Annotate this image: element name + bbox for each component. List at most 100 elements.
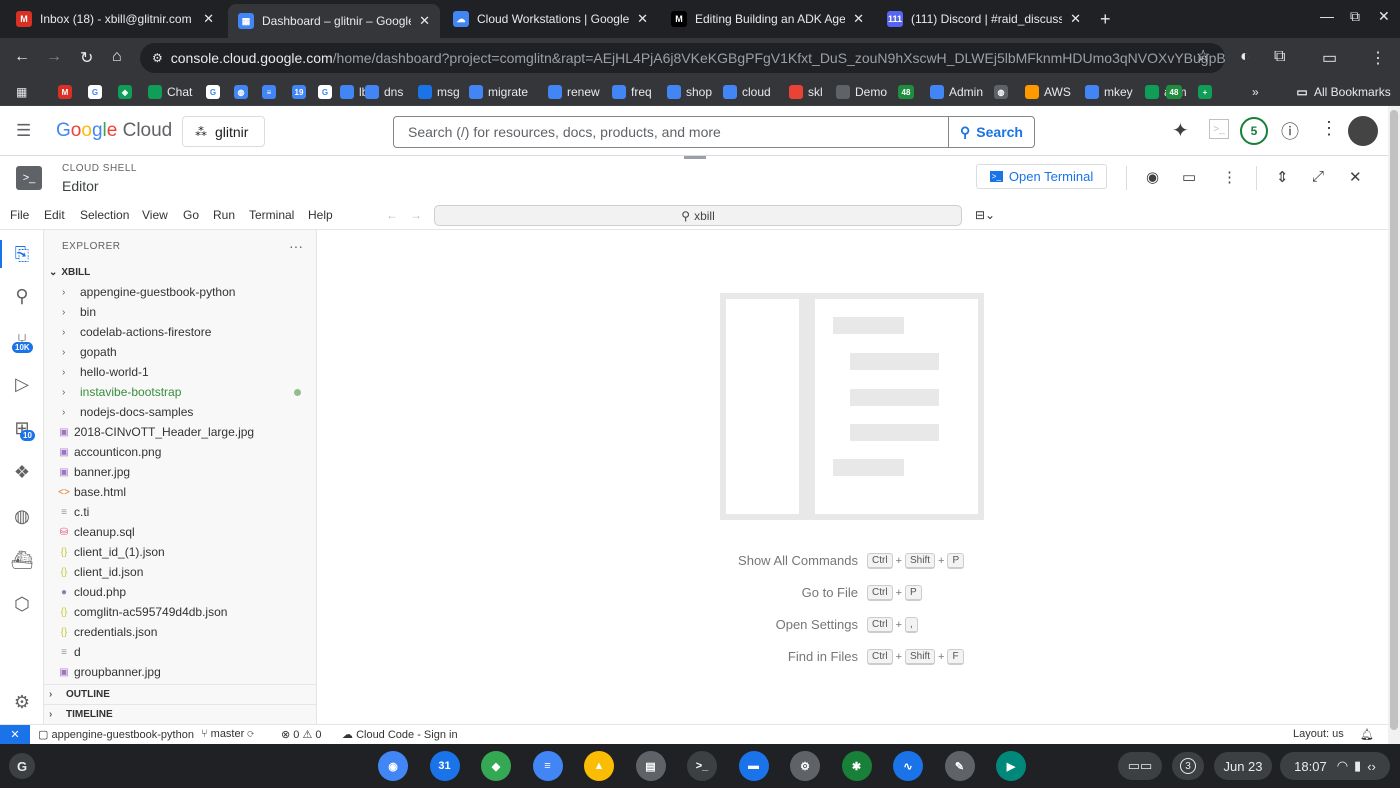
- gemini-icon[interactable]: ✦: [1172, 118, 1189, 143]
- bookmark-icon[interactable]: ◍: [994, 84, 1013, 100]
- browser-tab[interactable]: ☁ Cloud Workstations | Google Cl ✕: [443, 4, 658, 34]
- bookmark-aws[interactable]: AWS: [1025, 84, 1071, 100]
- cloud-shell-icon[interactable]: >_: [1209, 119, 1229, 139]
- google-cloud-logo[interactable]: Google Cloud: [56, 120, 172, 142]
- bookmark-shop[interactable]: shop: [667, 84, 712, 100]
- cloud-code-icon[interactable]: ❖: [10, 460, 34, 484]
- search-button[interactable]: ⚲ Search: [948, 117, 1034, 147]
- tree-file[interactable]: {} comglitn-ac595749d4db.json: [44, 602, 316, 622]
- status-cloud-code[interactable]: ☁ Cloud Code - Sign in: [342, 728, 458, 741]
- bookmark-skl[interactable]: skl: [789, 84, 823, 100]
- menu-file[interactable]: File: [10, 208, 29, 222]
- status-branch[interactable]: ⑂ master ⟳: [201, 728, 254, 740]
- close-window-icon[interactable]: ✕: [1378, 8, 1390, 25]
- project-selector[interactable]: ⁂ glitnir: [182, 116, 265, 147]
- bookmark-icon[interactable]: 19: [292, 84, 311, 100]
- holding-space-icon[interactable]: ▭▭: [1118, 752, 1162, 780]
- shelf-app-docs-icon[interactable]: ≡: [532, 751, 563, 781]
- shelf-app-files-icon[interactable]: ▬: [738, 751, 769, 781]
- browser-tab[interactable]: M Inbox (18) - xbill@glitnir.com - G ✕: [6, 4, 224, 34]
- notifications-badge[interactable]: 5: [1240, 117, 1268, 145]
- tree-file[interactable]: {} client_id.json: [44, 562, 316, 582]
- status-tray[interactable]: 18:07 ◠ ▮ ‹›: [1280, 752, 1390, 780]
- shelf-app-meet-icon[interactable]: ▶: [996, 751, 1026, 781]
- menu-go[interactable]: Go: [183, 208, 199, 222]
- nav-forward-icon[interactable]: →: [410, 208, 422, 222]
- more-options-icon[interactable]: ⋮: [1222, 168, 1237, 186]
- date-tray[interactable]: Jun 23: [1214, 752, 1272, 780]
- open-terminal-button[interactable]: >_ Open Terminal: [976, 164, 1107, 189]
- forward-icon[interactable]: →: [46, 48, 62, 66]
- tree-folder[interactable]: › bin: [44, 302, 316, 322]
- browser-tab[interactable]: M Editing Building an ADK Agent f ✕: [661, 4, 874, 34]
- page-scrollbar[interactable]: [1388, 106, 1400, 744]
- explorer-icon[interactable]: ⎘: [10, 242, 34, 266]
- tree-file[interactable]: ● cloud.php: [44, 582, 316, 602]
- home-icon[interactable]: ⌂: [112, 48, 122, 66]
- address-bar[interactable]: ⚙ console.cloud.google.com /home/dashboa…: [140, 43, 1225, 73]
- help-icon[interactable]: ⓘ: [1281, 118, 1299, 144]
- extensions-puzzle-icon[interactable]: ⧉: [1274, 48, 1285, 66]
- tree-folder[interactable]: › hello-world-1: [44, 362, 316, 382]
- reload-icon[interactable]: ↻: [80, 48, 93, 68]
- resize-handle[interactable]: [684, 156, 706, 159]
- toggle-panel-icon[interactable]: ▭: [1182, 168, 1196, 186]
- status-folder[interactable]: ▢ appengine-guestbook-python: [38, 728, 194, 741]
- copilot-icon[interactable]: ⊟⌄: [975, 208, 995, 222]
- tree-folder[interactable]: › nodejs-docs-samples: [44, 402, 316, 422]
- tree-file[interactable]: ▣ groupbanner.jpg: [44, 662, 316, 682]
- tab-close-icon[interactable]: ✕: [419, 13, 430, 29]
- tab-close-icon[interactable]: ✕: [1070, 11, 1081, 27]
- web-preview-icon[interactable]: ◉: [1146, 168, 1159, 186]
- tab-close-icon[interactable]: ✕: [203, 11, 214, 27]
- bookmark-icon[interactable]: +: [1198, 84, 1217, 100]
- shelf-app-settings-icon[interactable]: ⚙: [790, 751, 820, 781]
- shelf-app-app-green-icon[interactable]: ✱: [841, 751, 872, 781]
- apps-grid-icon[interactable]: ▦: [16, 84, 27, 100]
- menu-view[interactable]: View: [142, 208, 168, 222]
- bookmark-chat[interactable]: Chat: [148, 84, 192, 100]
- shelf-app-calendar-icon[interactable]: 31: [429, 751, 460, 781]
- minimize-panel-icon[interactable]: ⇕: [1276, 168, 1289, 186]
- hamburger-menu-icon[interactable]: ☰: [16, 121, 31, 141]
- browser-tab[interactable]: 111 (111) Discord | #raid_discussio ✕: [877, 4, 1091, 34]
- bookmark-freq[interactable]: freq: [612, 84, 652, 100]
- tree-file[interactable]: {} credentials.json: [44, 622, 316, 642]
- site-info-icon[interactable]: ⚙: [152, 51, 163, 65]
- tree-file[interactable]: ▣ 2018-CINvOTT_Header_large.jpg: [44, 422, 316, 442]
- bookmark-renew[interactable]: renew: [548, 84, 600, 100]
- bookmarks-overflow-icon[interactable]: »: [1252, 84, 1259, 100]
- bookmark-cloud[interactable]: cloud: [723, 84, 771, 100]
- tree-file[interactable]: ≡ d: [44, 642, 316, 662]
- shortcut-label[interactable]: Find in Files: [788, 649, 858, 664]
- new-tab-button[interactable]: +: [1100, 9, 1111, 30]
- bookmark-gmail[interactable]: M: [58, 84, 77, 100]
- settings-gear-icon[interactable]: ⚙: [10, 690, 34, 714]
- explorer-more-icon[interactable]: ···: [289, 238, 303, 254]
- bookmark-mkey[interactable]: mkey: [1085, 84, 1133, 100]
- bookmark-demo[interactable]: Demo: [836, 84, 887, 100]
- all-bookmarks[interactable]: ▭ All Bookmarks: [1295, 84, 1390, 100]
- open-new-window-icon[interactable]: ⤢: [1312, 168, 1324, 185]
- status-layout[interactable]: Layout: us: [1293, 728, 1344, 740]
- shelf-app-monitor-icon[interactable]: ∿: [893, 751, 923, 781]
- minimize-icon[interactable]: —: [1320, 8, 1334, 24]
- search-icon[interactable]: ⚲: [10, 284, 34, 308]
- bookmark-migrate[interactable]: migrate: [469, 84, 528, 100]
- close-panel-icon[interactable]: ✕: [1349, 168, 1362, 186]
- bookmark-icon[interactable]: G: [206, 84, 225, 100]
- status-problems[interactable]: ⊗ 0 ⚠ 0: [281, 728, 322, 741]
- shelf-app-tools-icon[interactable]: ✎: [944, 751, 975, 781]
- bookmark-icon[interactable]: ◍: [234, 84, 253, 100]
- avatar[interactable]: [1348, 116, 1378, 146]
- package-icon[interactable]: ⬡: [10, 592, 34, 616]
- tab-close-icon[interactable]: ✕: [853, 11, 864, 27]
- bookmark-msg[interactable]: msg: [418, 84, 460, 100]
- shelf-app-chrome-icon[interactable]: ◉: [378, 751, 408, 781]
- tree-file[interactable]: ≡ c.ti: [44, 502, 316, 522]
- menu-edit[interactable]: Edit: [44, 208, 65, 222]
- chrome-menu-icon[interactable]: ⋮: [1370, 48, 1386, 68]
- tree-folder[interactable]: › codelab-actions-firestore: [44, 322, 316, 342]
- tree-folder[interactable]: › appengine-guestbook-python: [44, 282, 316, 302]
- search-input[interactable]: Search (/) for resources, docs, products…: [394, 124, 948, 140]
